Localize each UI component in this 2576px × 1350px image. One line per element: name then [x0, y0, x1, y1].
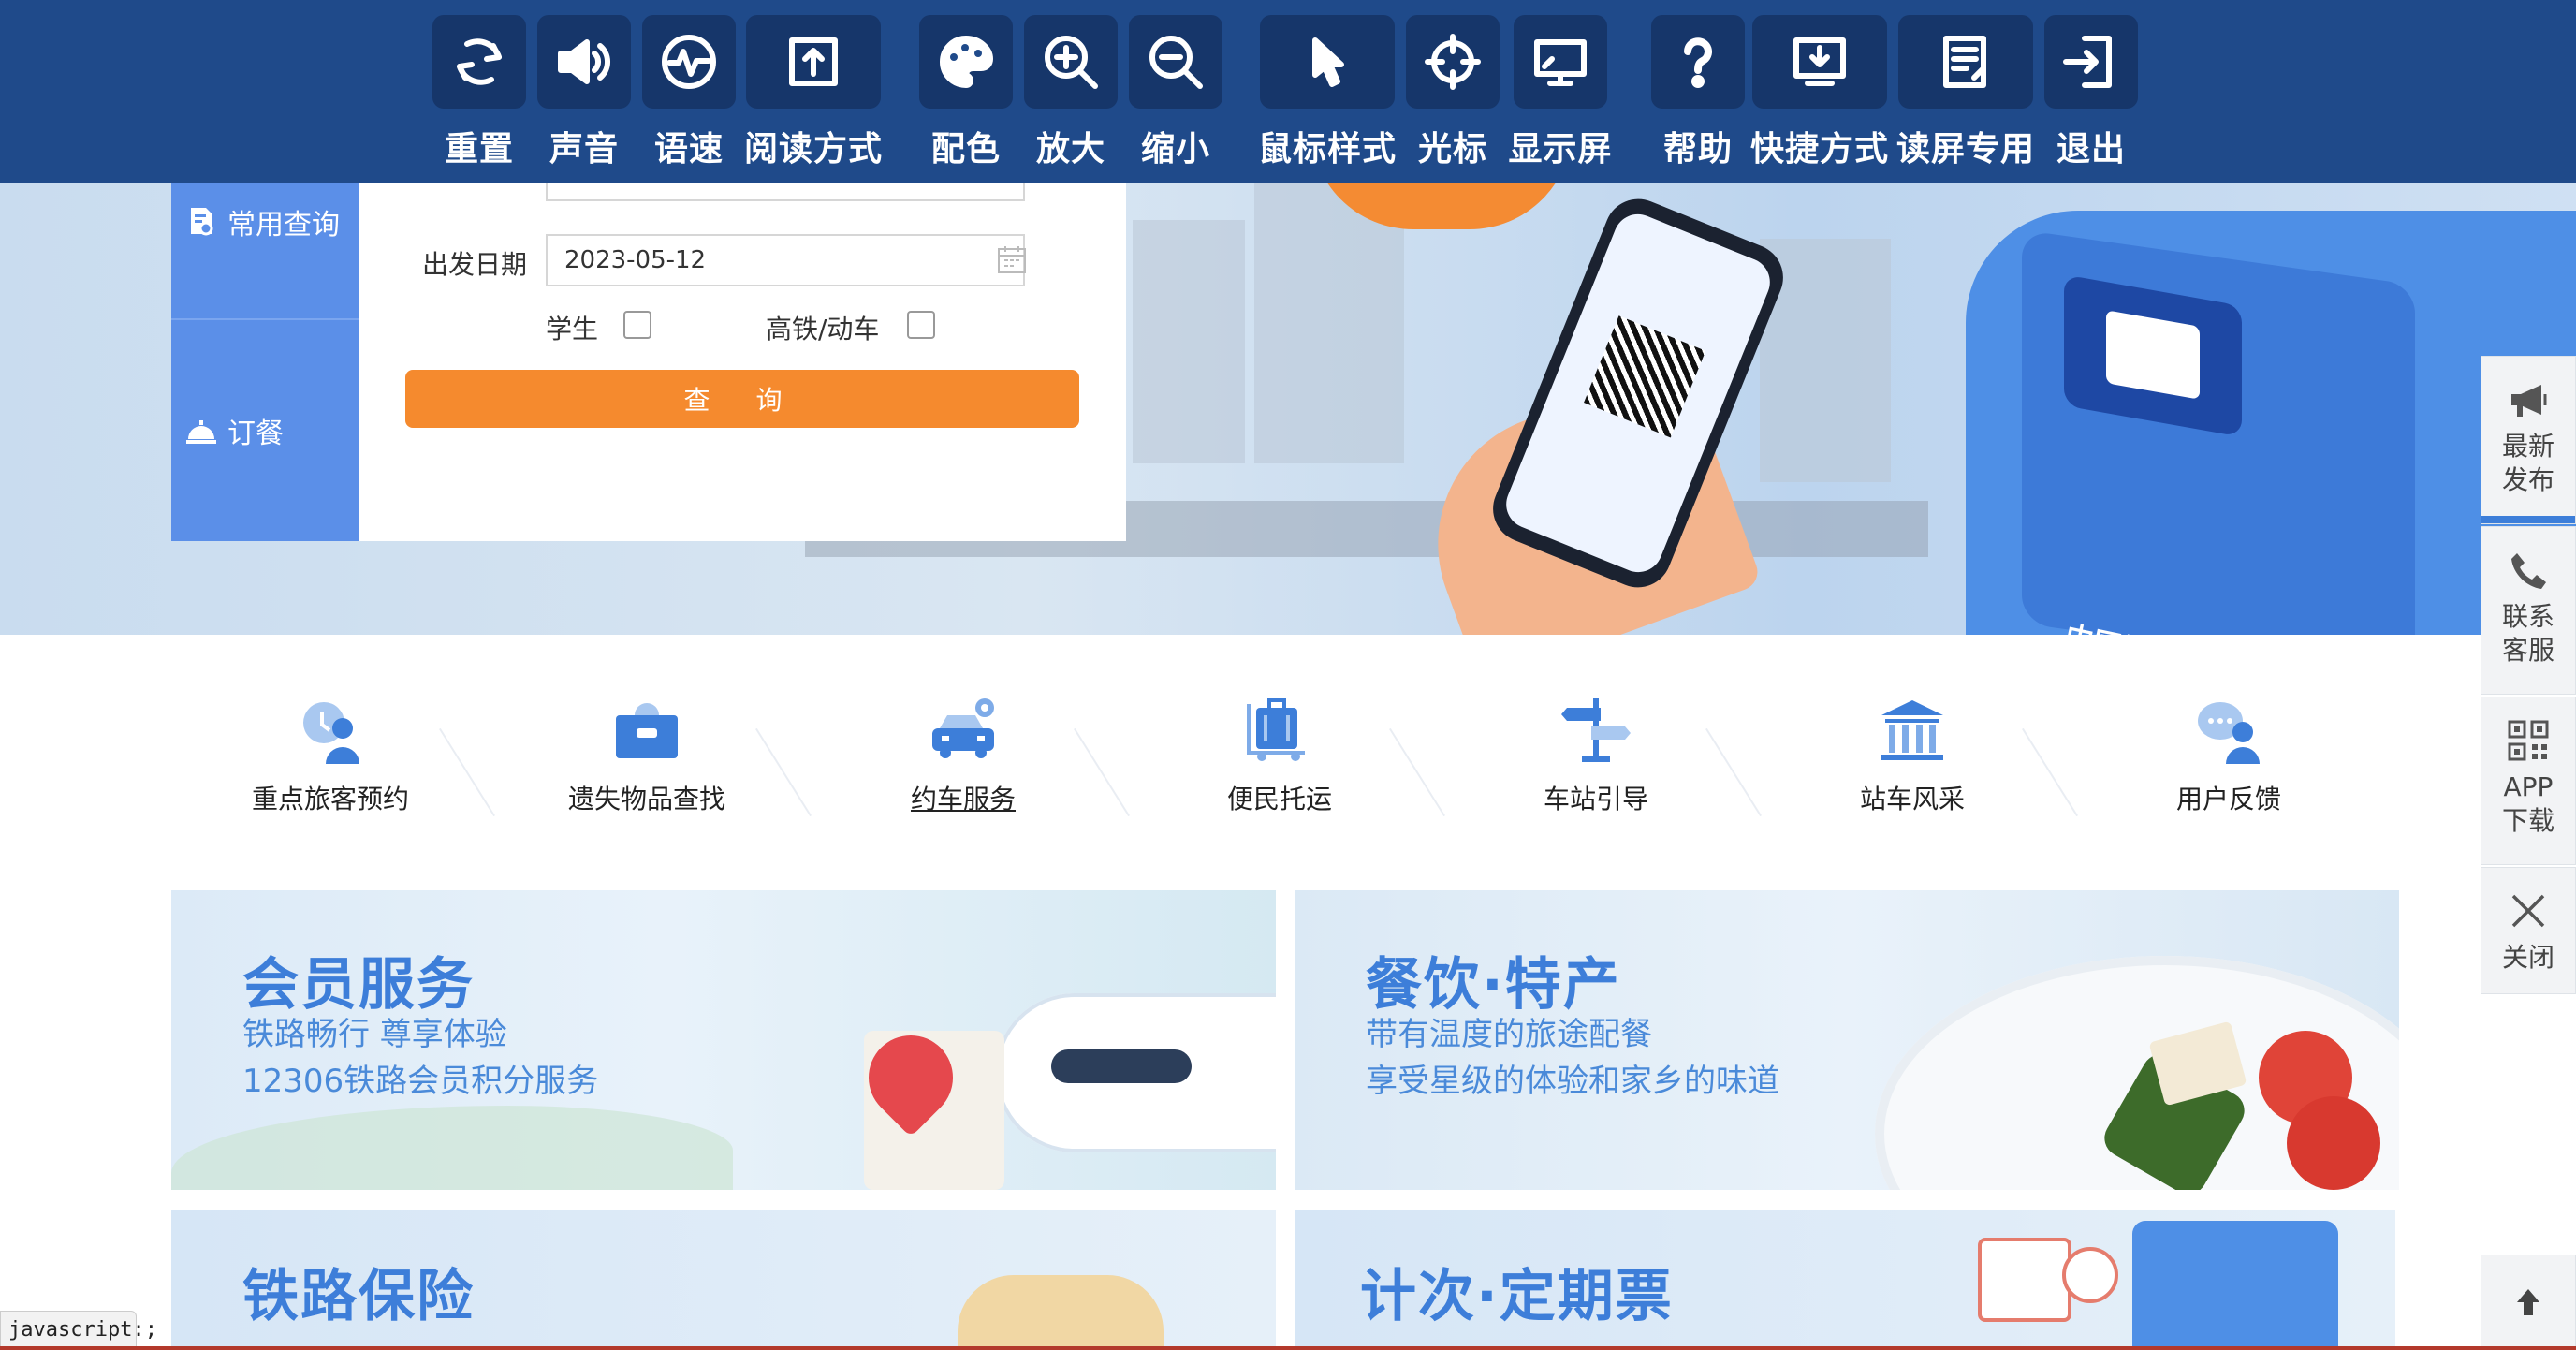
- browser-status-bar: javascript:;: [0, 1311, 157, 1348]
- service-lost-and-found[interactable]: 遗失物品查找: [488, 693, 806, 816]
- toolbar-zoom-out-button[interactable]: 缩小: [1127, 0, 1224, 183]
- calendar-illustration: [1978, 1238, 2071, 1322]
- toolbar-speech-rate-button[interactable]: 语速: [640, 0, 738, 183]
- toolbar-zoom-in-button[interactable]: 放大: [1022, 0, 1120, 183]
- sidebar-item-label: 订餐: [227, 418, 284, 450]
- priority-passenger-icon: [291, 693, 370, 766]
- reading-mode-icon: [746, 15, 881, 109]
- shield-illustration: [958, 1275, 1164, 1350]
- toolbar-screen-reader-button[interactable]: 读屏专用: [1896, 0, 2035, 183]
- toolbar-sound-button[interactable]: 声音: [535, 0, 633, 183]
- float-contact-service[interactable]: 联系 客服: [2481, 526, 2576, 695]
- tomato-illustration: [2287, 1096, 2380, 1190]
- float-app-download[interactable]: APP 下载: [2481, 697, 2576, 865]
- color-palette-icon: [919, 15, 1013, 109]
- service-user-feedback[interactable]: 用户反馈: [2070, 693, 2388, 816]
- megaphone-icon: [2506, 377, 2551, 422]
- student-label: 学生: [546, 314, 599, 345]
- card-counted-periodic-ticket[interactable]: 计次·定期票: [1295, 1210, 2395, 1350]
- service-priority-passenger[interactable]: 重点旅客预约: [171, 693, 490, 816]
- ticket-query-form: 出发日期 学生 高铁/动车 查 询: [359, 183, 1126, 541]
- float-close[interactable]: 关闭: [2481, 867, 2576, 994]
- calendar-icon[interactable]: [997, 244, 1027, 274]
- student-checkbox[interactable]: [623, 311, 651, 339]
- dining-bell-icon: [184, 414, 218, 448]
- toolbar-color-button[interactable]: 配色: [917, 0, 1015, 183]
- reset-icon: [432, 15, 526, 109]
- clock-illustration: [2062, 1247, 2118, 1303]
- crosshair-icon: [1406, 15, 1500, 109]
- sound-icon: [537, 15, 631, 109]
- toolbar-help-button[interactable]: 帮助: [1649, 0, 1747, 183]
- toolbar-reading-mode-button[interactable]: 阅读方式: [744, 0, 882, 183]
- highspeed-label: 高铁/动车: [766, 314, 880, 345]
- shortcut-icon: [1752, 15, 1887, 109]
- accessibility-toolbar: 重置 声音 语速 阅读方式 配色 放大 缩小 鼠标样式 光标 显示屏 帮助 快捷…: [0, 0, 2576, 183]
- speech-rate-icon: [642, 15, 736, 109]
- toolbar-exit-button[interactable]: 退出: [2042, 0, 2140, 183]
- sidebar-item-common-query[interactable]: 常用查询: [171, 194, 359, 250]
- sidebar-item-label: 常用查询: [227, 209, 340, 242]
- toolbar-cursor-button[interactable]: 光标: [1404, 0, 1501, 183]
- lost-and-found-icon: [607, 693, 686, 766]
- screen-reader-icon: [1898, 15, 2033, 109]
- service-station-guide[interactable]: 车站引导: [1437, 693, 1755, 816]
- service-station-showcase[interactable]: 站车风采: [1753, 693, 2071, 816]
- phone-illustration: [2132, 1221, 2338, 1350]
- query-submit-button[interactable]: 查 询: [405, 370, 1079, 428]
- qr-code-image: [1584, 315, 1706, 438]
- luggage-shipping-icon: [1240, 693, 1319, 766]
- arrow-up-icon: [2517, 1289, 2539, 1315]
- sidebar-divider: [171, 318, 359, 320]
- departure-date-input[interactable]: [546, 234, 1025, 286]
- card-membership[interactable]: 会员服务 铁路畅行 尊享体验 12306铁路会员积分服务: [171, 890, 1276, 1190]
- station-building-icon: [1873, 693, 1952, 766]
- help-icon: [1651, 15, 1745, 109]
- card-dining-specialty[interactable]: 餐饮·特产 带有温度的旅途配餐 享受星级的体验和家乡的味道: [1295, 890, 2399, 1190]
- close-icon: [2506, 888, 2551, 933]
- toolbar-shortcut-button[interactable]: 快捷方式: [1750, 0, 1889, 183]
- phone-icon: [2506, 548, 2551, 593]
- departure-date-label: 出发日期: [422, 249, 528, 280]
- sidebar-item-dining[interactable]: 订餐: [171, 403, 359, 459]
- display-screen-icon: [1514, 15, 1607, 109]
- back-to-top-button[interactable]: [2481, 1255, 2576, 1350]
- previous-field-edge: [546, 183, 1025, 201]
- float-active-indicator: [2481, 516, 2575, 523]
- service-links: 重点旅客预约 遗失物品查找 约车服务 便民托运 车站引导 站车风采 用户反馈: [171, 693, 2399, 824]
- toolbar-reset-button[interactable]: 重置: [431, 0, 528, 183]
- decorative-hill: [171, 1106, 733, 1190]
- qr-code-icon: [2506, 718, 2551, 763]
- zoom-in-icon: [1024, 15, 1118, 109]
- exit-icon: [2044, 15, 2138, 109]
- mouse-pointer-icon: [1260, 15, 1395, 109]
- signpost-icon: [1557, 693, 1635, 766]
- train-window: [1051, 1049, 1192, 1083]
- query-doc-icon: [184, 205, 218, 239]
- toolbar-display-button[interactable]: 显示屏: [1509, 0, 1612, 183]
- service-car-booking[interactable]: 约车服务: [804, 693, 1122, 816]
- query-sidebar: 常用查询 订餐: [171, 183, 359, 541]
- car-booking-icon: [924, 693, 1003, 766]
- bottom-edge: [0, 1346, 2576, 1350]
- highspeed-checkbox[interactable]: [907, 311, 935, 339]
- zoom-out-icon: [1129, 15, 1222, 109]
- card-insurance[interactable]: 铁路保险: [171, 1210, 1276, 1350]
- float-latest-news[interactable]: 最新 发布: [2481, 356, 2576, 524]
- background-building: [1254, 183, 1404, 463]
- toolbar-mouse-style-button[interactable]: 鼠标样式: [1258, 0, 1397, 183]
- service-luggage-shipping[interactable]: 便民托运: [1120, 693, 1439, 816]
- background-building: [1133, 220, 1245, 463]
- feedback-icon: [2189, 693, 2268, 766]
